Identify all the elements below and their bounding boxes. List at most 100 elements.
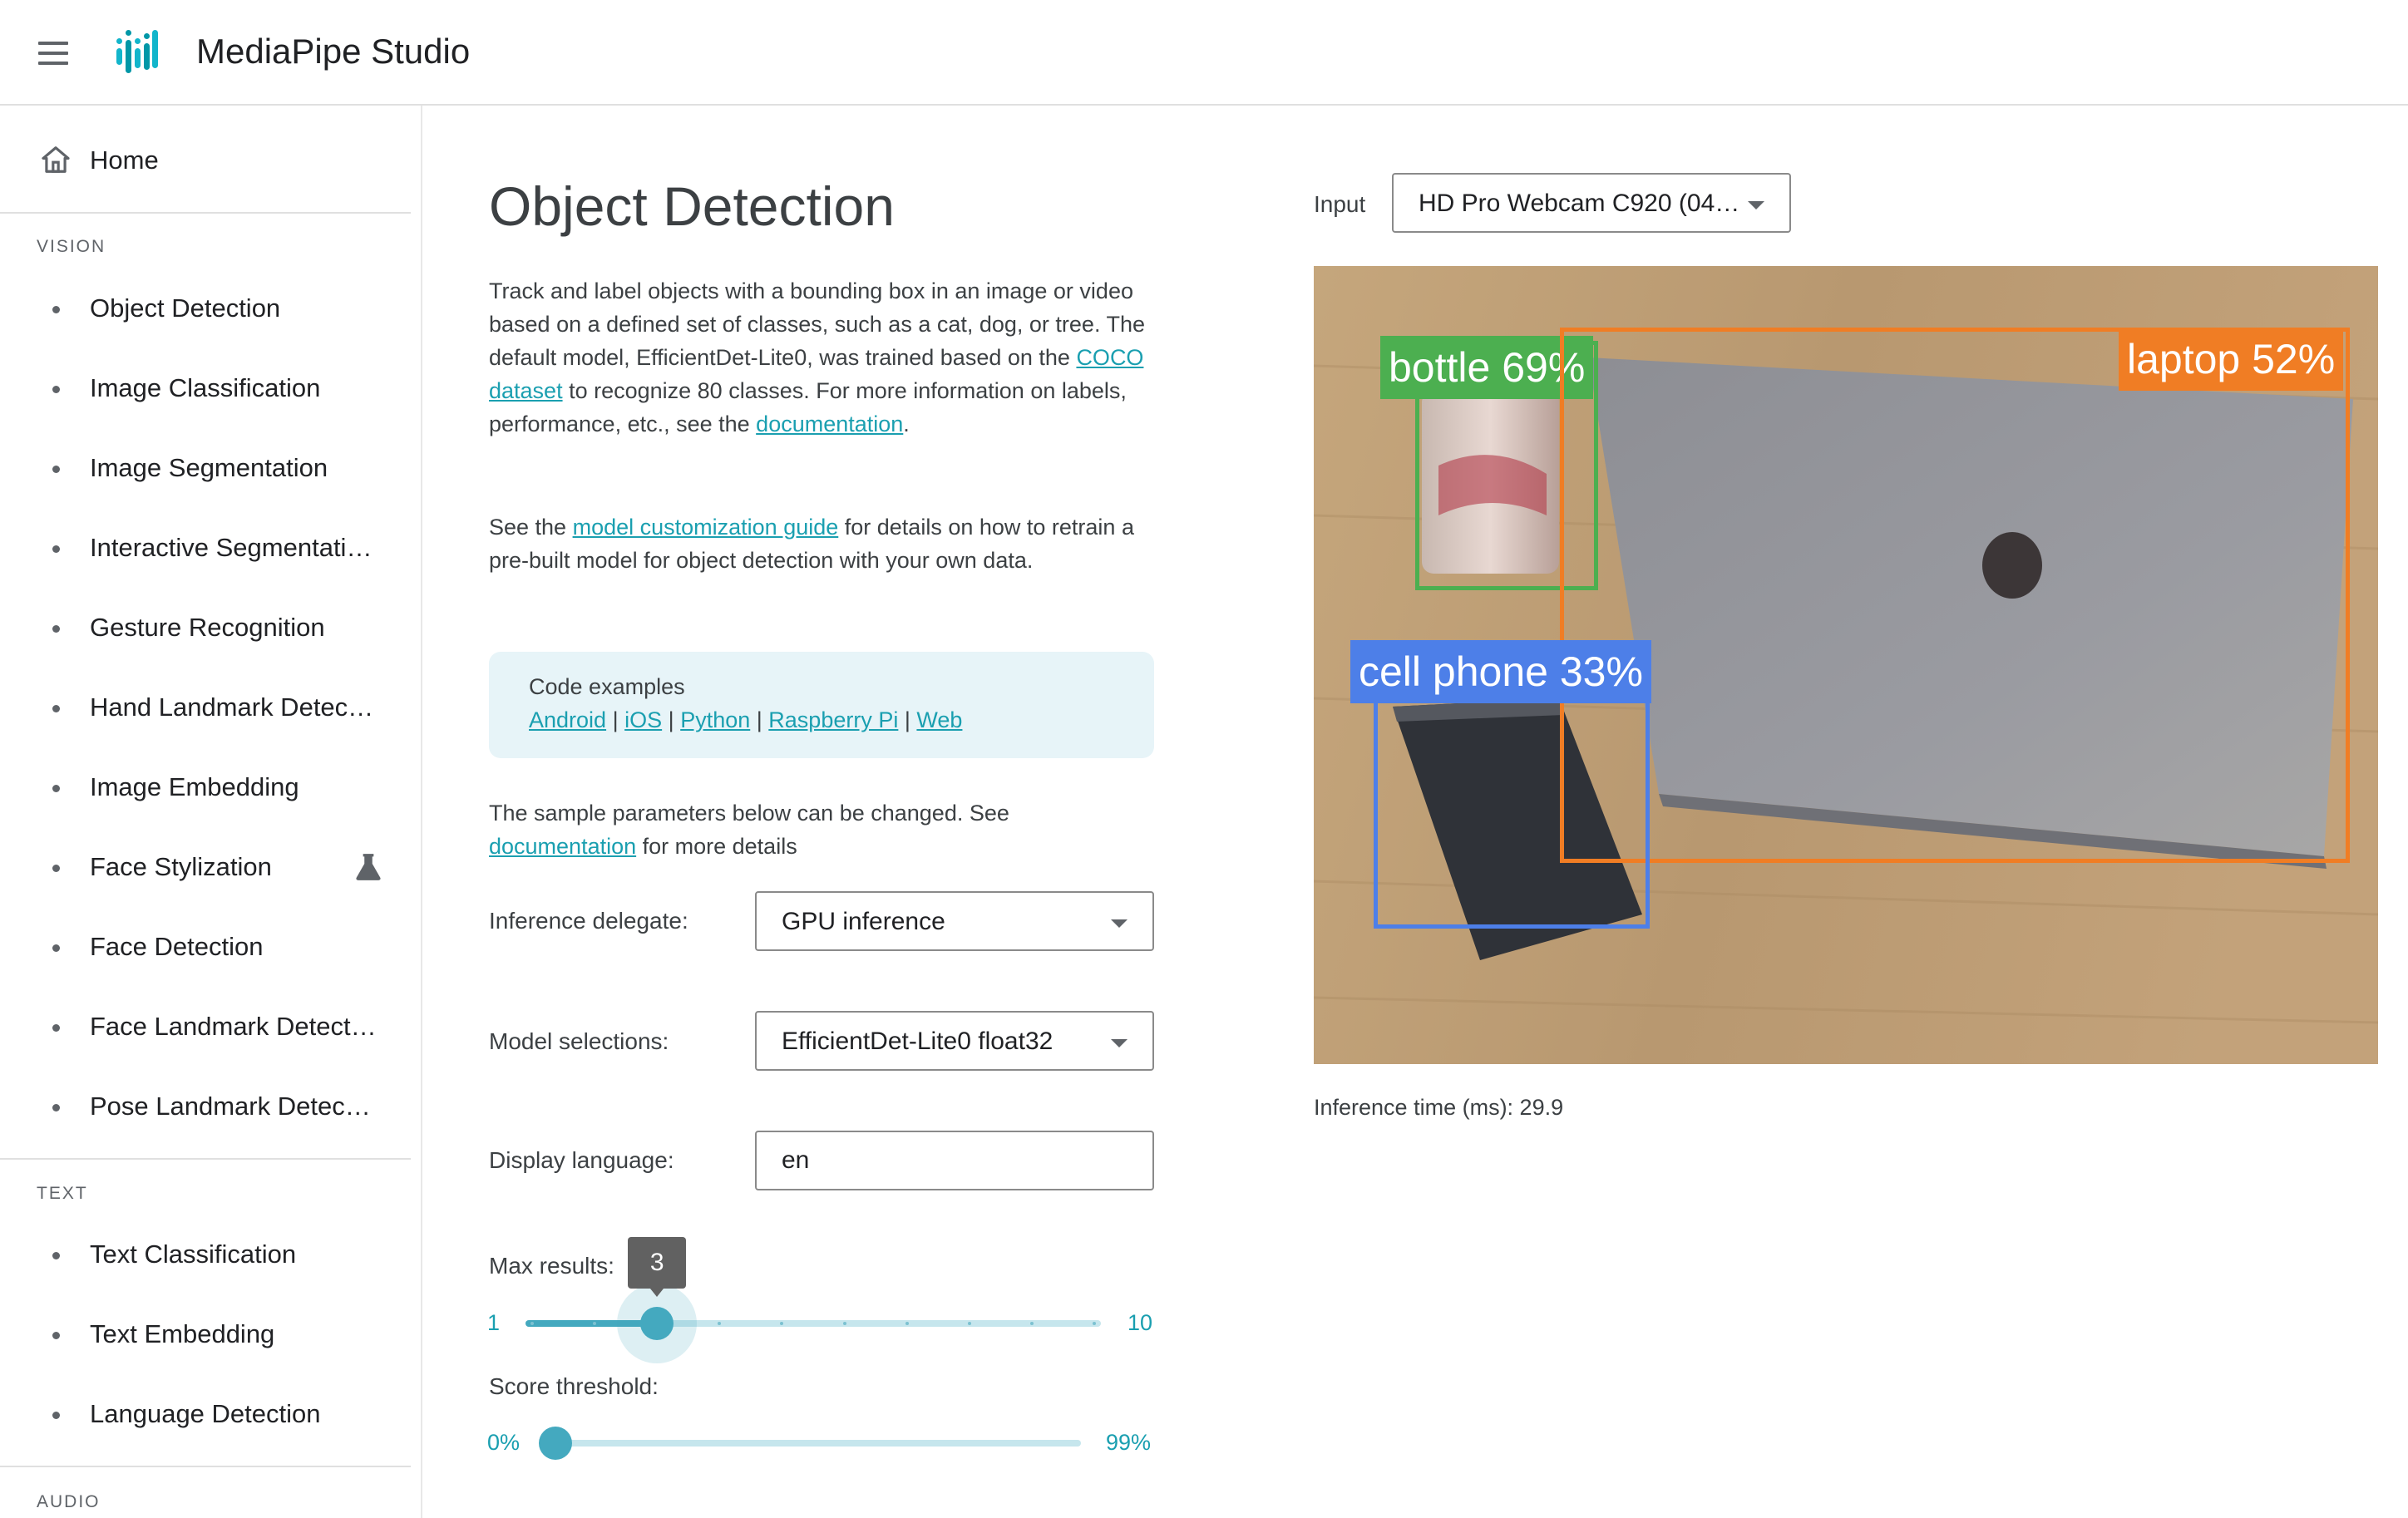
params-note: The sample parameters below can be chang… bbox=[489, 796, 1154, 863]
android-link[interactable]: Android bbox=[529, 707, 606, 732]
section-title-text: TEXT bbox=[37, 1184, 88, 1203]
display-language-label: Display language: bbox=[489, 1147, 674, 1173]
sidebar-item-label: Home bbox=[90, 145, 159, 175]
score-threshold-label: Score threshold: bbox=[489, 1373, 659, 1399]
flask-icon bbox=[356, 854, 381, 880]
chevron-down-icon bbox=[1111, 919, 1128, 928]
sidebar: Home VISION Object Detection Image Class… bbox=[0, 106, 422, 1518]
bullet-icon bbox=[52, 705, 60, 712]
description-text: Track and label objects with a bounding … bbox=[489, 278, 1145, 370]
laptop-detection-label: laptop 52% bbox=[2119, 328, 2344, 391]
bullet-icon bbox=[52, 386, 60, 393]
menu-icon[interactable] bbox=[33, 38, 73, 68]
params-documentation-link[interactable]: documentation bbox=[489, 834, 636, 859]
sidebar-item-pose-landmark-detection[interactable]: Pose Landmark Detec… bbox=[0, 1077, 411, 1135]
sidebar-item-face-landmark-detection[interactable]: Face Landmark Detect… bbox=[0, 997, 411, 1055]
input-source-select[interactable]: HD Pro Webcam C920 (04… bbox=[1392, 173, 1791, 233]
input-label: Input bbox=[1314, 191, 1366, 217]
sidebar-item-label: Image Embedding bbox=[90, 772, 299, 801]
sidebar-item-text-classification[interactable]: Text Classification bbox=[0, 1225, 411, 1283]
section-title-vision: VISION bbox=[37, 237, 106, 256]
sidebar-item-image-embedding[interactable]: Image Embedding bbox=[0, 757, 411, 816]
score-threshold-slider-thumb[interactable] bbox=[539, 1427, 572, 1460]
bullet-icon bbox=[52, 944, 60, 952]
description-text: See the bbox=[489, 515, 573, 540]
max-results-max: 10 bbox=[1128, 1310, 1153, 1335]
sidebar-item-home[interactable]: Home bbox=[0, 134, 411, 185]
bullet-icon bbox=[52, 865, 60, 872]
params-note-text: for more details bbox=[636, 834, 797, 859]
bullet-icon bbox=[52, 785, 60, 792]
score-threshold-max: 99% bbox=[1106, 1430, 1152, 1455]
score-threshold-min: 0% bbox=[487, 1430, 521, 1455]
slider-tick bbox=[842, 1322, 846, 1325]
bullet-icon bbox=[52, 1252, 60, 1259]
sidebar-item-label: Face Detection bbox=[90, 932, 264, 961]
bullet-icon bbox=[52, 466, 60, 473]
divider bbox=[0, 1158, 411, 1160]
score-threshold-slider[interactable] bbox=[555, 1440, 1081, 1447]
model-customization-guide-link[interactable]: model customization guide bbox=[573, 515, 839, 540]
max-results-value-tooltip: 3 bbox=[628, 1237, 687, 1297]
sidebar-item-label: Face Landmark Detect… bbox=[90, 1012, 377, 1041]
sidebar-item-image-classification[interactable]: Image Classification bbox=[0, 358, 411, 416]
section-title-audio: AUDIO bbox=[37, 1492, 101, 1511]
link-separator: | bbox=[668, 707, 674, 732]
model-selection-value: EfficientDet-Lite0 float32 bbox=[782, 1028, 1054, 1055]
bullet-icon bbox=[52, 1332, 60, 1339]
code-examples-title: Code examples bbox=[529, 674, 685, 699]
sidebar-item-hand-landmark-detection[interactable]: Hand Landmark Detec… bbox=[0, 678, 411, 736]
slider-tick bbox=[905, 1322, 909, 1325]
bullet-icon bbox=[52, 545, 60, 553]
code-examples-box: Code examples Android | iOS | Python | R… bbox=[489, 652, 1154, 758]
model-selection-select[interactable]: EfficientDet-Lite0 float32 bbox=[755, 1011, 1154, 1071]
sidebar-item-face-detection[interactable]: Face Detection bbox=[0, 917, 411, 975]
customization-paragraph: See the model customization guide for de… bbox=[489, 510, 1154, 577]
inference-delegate-select[interactable]: GPU inference bbox=[755, 891, 1154, 951]
web-link[interactable]: Web bbox=[916, 707, 962, 732]
inference-time: Inference time (ms): 29.9 bbox=[1314, 1095, 1564, 1120]
sidebar-item-label: Hand Landmark Detec… bbox=[90, 692, 374, 722]
sidebar-item-interactive-segmentation[interactable]: Interactive Segmentati… bbox=[0, 518, 411, 576]
slider-tick bbox=[530, 1322, 534, 1325]
max-results-min: 1 bbox=[487, 1310, 501, 1335]
bullet-icon bbox=[52, 1104, 60, 1111]
sidebar-item-label: Object Detection bbox=[90, 293, 281, 323]
camera-preview: bottle 69% laptop 52% cell phone 33% bbox=[1314, 266, 2378, 1064]
max-results-slider-thumb[interactable] bbox=[640, 1307, 674, 1340]
bullet-icon bbox=[52, 1024, 60, 1032]
bullet-icon bbox=[52, 1412, 60, 1419]
inference-delegate-value: GPU inference bbox=[782, 908, 945, 935]
params-note-text: The sample parameters below can be chang… bbox=[489, 801, 1009, 826]
sidebar-item-label: Image Classification bbox=[90, 373, 321, 402]
bullet-icon bbox=[52, 306, 60, 313]
sidebar-item-label: Text Embedding bbox=[90, 1319, 275, 1348]
link-separator: | bbox=[904, 707, 910, 732]
mediapipe-logo-icon bbox=[116, 30, 158, 73]
app-title: MediaPipe Studio bbox=[196, 32, 471, 71]
bullet-icon bbox=[52, 625, 60, 633]
sidebar-item-text-embedding[interactable]: Text Embedding bbox=[0, 1304, 411, 1363]
python-link[interactable]: Python bbox=[680, 707, 750, 732]
sidebar-item-image-segmentation[interactable]: Image Segmentation bbox=[0, 438, 411, 496]
sidebar-item-language-detection[interactable]: Language Detection bbox=[0, 1384, 411, 1442]
sidebar-item-label: Face Stylization bbox=[90, 852, 272, 881]
sidebar-item-gesture-recognition[interactable]: Gesture Recognition bbox=[0, 598, 411, 656]
chevron-down-icon bbox=[1748, 201, 1764, 209]
page-title: Object Detection bbox=[489, 175, 895, 237]
sidebar-item-label: Text Classification bbox=[90, 1240, 297, 1269]
input-source-value: HD Pro Webcam C920 (04… bbox=[1419, 190, 1740, 217]
sidebar-item-object-detection[interactable]: Object Detection bbox=[0, 278, 411, 337]
raspberry-pi-link[interactable]: Raspberry Pi bbox=[768, 707, 898, 732]
description-paragraph: Track and label objects with a bounding … bbox=[489, 274, 1154, 441]
sidebar-item-label: Language Detection bbox=[90, 1399, 321, 1428]
code-examples-links: Android | iOS | Python | Raspberry Pi | … bbox=[529, 703, 1114, 737]
slider-tick bbox=[1093, 1322, 1096, 1325]
link-separator: | bbox=[612, 707, 619, 732]
display-language-input[interactable] bbox=[755, 1131, 1154, 1190]
sidebar-item-face-stylization[interactable]: Face Stylization bbox=[0, 837, 411, 895]
sidebar-item-label: Pose Landmark Detec… bbox=[90, 1092, 371, 1121]
ios-link[interactable]: iOS bbox=[624, 707, 662, 732]
max-results-label: Max results: bbox=[489, 1253, 614, 1279]
documentation-link[interactable]: documentation bbox=[756, 412, 903, 436]
